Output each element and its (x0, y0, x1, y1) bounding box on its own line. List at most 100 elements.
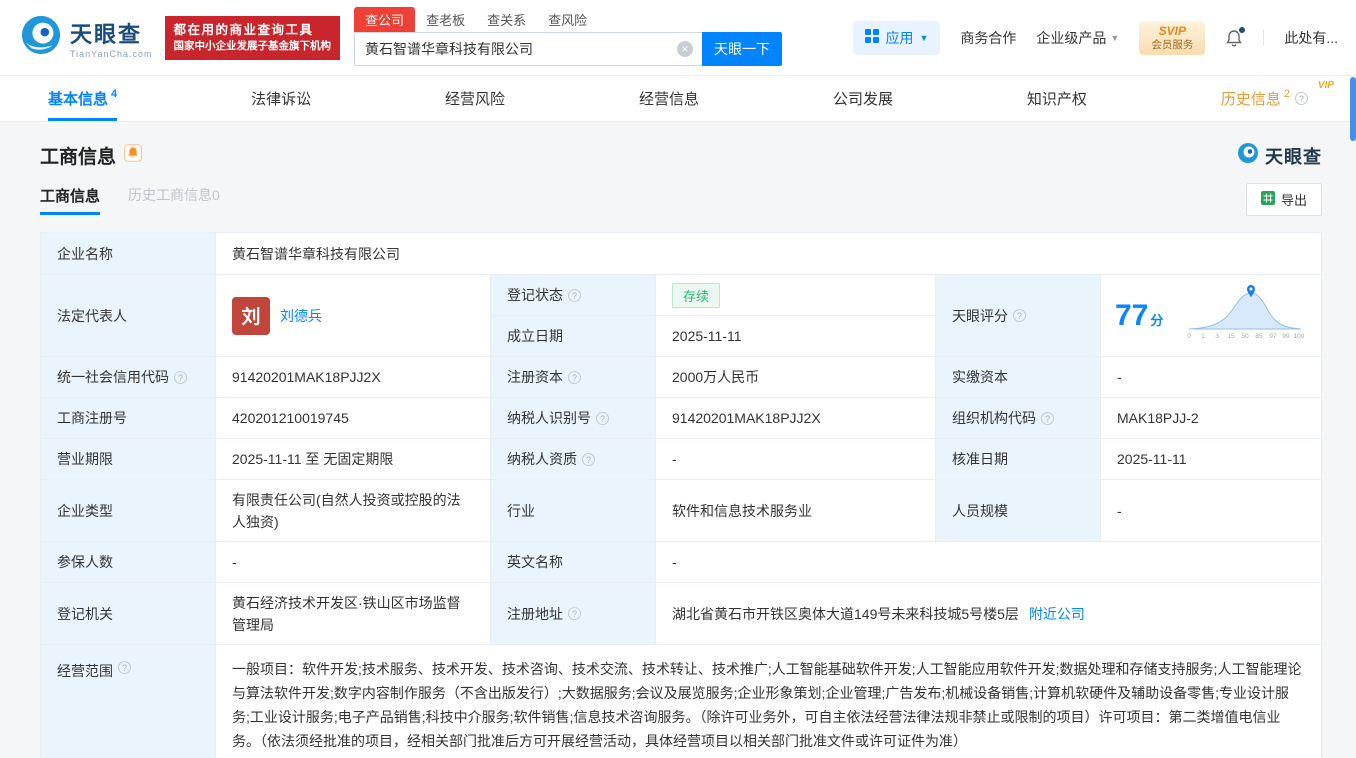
value-registration-status: 存续 (655, 274, 935, 315)
search-button[interactable]: 天眼一下 (702, 31, 783, 66)
notification-dot (1239, 26, 1246, 33)
help-icon[interactable]: ? (174, 370, 187, 384)
tianyancha-watermark: 天眼查 (1237, 142, 1322, 169)
svip-label: SVIP (1158, 23, 1186, 38)
legal-rep-link[interactable]: 刘德兵 (280, 306, 322, 326)
label-taxpayer-id: 纳税人识别号? (490, 397, 655, 438)
tab-legal-litigation-label: 法律诉讼 (251, 91, 312, 108)
label-legal-representative: 法定代表人 (40, 274, 215, 356)
svip-member-label: 会员服务 (1151, 38, 1194, 51)
chevron-down-icon: ▼ (919, 32, 929, 43)
value-credit-code: 91420201MAK18PJJ2X (215, 356, 490, 397)
value-paid-capital: - (1100, 356, 1321, 397)
tab-legal-litigation[interactable]: 法律诉讼 (251, 76, 311, 121)
tab-intellectual-property-label: 知识产权 (1026, 91, 1087, 108)
help-icon[interactable]: ? (568, 370, 581, 384)
score-distribution-chart: 0 1 3 15 50 85 97 99 100 (1185, 285, 1307, 346)
svip-member-badge[interactable]: SVIP 会员服务 (1139, 20, 1206, 55)
search-tab-boss[interactable]: 查老板 (415, 7, 476, 32)
search-tab-relation[interactable]: 查关系 (476, 7, 537, 32)
help-icon[interactable]: ? (596, 411, 609, 425)
watermark-label: 天眼查 (1265, 146, 1322, 167)
tab-history-info-label: 历史信息 (1220, 91, 1281, 108)
help-icon[interactable]: ? (568, 288, 581, 302)
subtab-history-registration[interactable]: 历史工商信息0 (128, 185, 220, 214)
svg-text:50: 50 (1241, 333, 1249, 340)
label-approval-date: 核准日期 (935, 438, 1100, 479)
svg-text:1: 1 (1201, 333, 1205, 340)
label-registration-number: 工商注册号 (40, 397, 215, 438)
label-credit-code: 统一社会信用代码? (40, 356, 215, 397)
value-legal-representative: 刘 刘德兵 (215, 274, 490, 356)
scrollbar-thumb[interactable] (1350, 77, 1356, 141)
label-org-code: 组织机构代码? (935, 397, 1100, 438)
value-tianyan-score[interactable]: 77 分 0 1 3 15 50 85 97 99 100 (1100, 274, 1321, 356)
subtab-business-registration[interactable]: 工商信息 (40, 185, 101, 215)
help-icon[interactable]: ? (1041, 411, 1054, 425)
tab-business-info[interactable]: 经营信息 (639, 76, 699, 121)
section-title: 工商信息 (40, 147, 117, 168)
main-content: 工商信息 天眼查 工商信息 历史工商信息0 导出 企业名称 黄石智谱华章科技有限… (0, 122, 1356, 758)
user-menu[interactable]: 此处有... (1284, 28, 1338, 48)
value-registered-capital: 2000万人民币 (655, 356, 935, 397)
help-icon[interactable]: ? (1294, 92, 1308, 105)
search-tab-risk[interactable]: 查风险 (537, 7, 598, 32)
value-establish-date: 2025-11-11 (655, 315, 935, 356)
alert-bell-icon[interactable] (124, 144, 142, 167)
logo-subtitle: TianYanCha.com (70, 48, 153, 59)
notification-bell-icon[interactable] (1225, 26, 1246, 47)
export-button[interactable]: 导出 (1245, 183, 1322, 216)
tab-basic-info[interactable]: 基本信息 4 (48, 76, 118, 121)
label-business-term: 营业期限 (40, 438, 215, 479)
label-establish-date: 成立日期 (490, 315, 655, 356)
value-org-code: MAK18PJJ-2 (1100, 397, 1321, 438)
label-registration-status: 登记状态? (490, 274, 655, 315)
svg-text:100: 100 (1294, 333, 1305, 340)
svg-text:99: 99 (1282, 333, 1290, 340)
tab-history-info-count: 2 (1283, 87, 1290, 100)
tianyancha-eye-icon (1237, 142, 1259, 169)
label-registered-address: 注册地址? (490, 582, 655, 644)
tab-history-info[interactable]: 历史信息 2 ? VIP (1220, 76, 1334, 121)
help-icon[interactable]: ? (568, 607, 581, 620)
excel-export-icon (1260, 191, 1275, 208)
divider (1263, 29, 1265, 46)
label-registry-authority: 登记机关 (40, 582, 215, 644)
value-business-scope: 一般项目：软件开发;技术服务、技术开发、技术咨询、技术交流、技术转让、技术推广;… (215, 644, 1321, 758)
help-icon[interactable]: ? (582, 452, 595, 466)
value-business-term: 2025-11-11 至 无固定期限 (215, 438, 490, 479)
vip-flag: VIP (1317, 80, 1334, 91)
nearby-companies-link[interactable]: 附近公司 (1029, 604, 1085, 624)
label-industry: 行业 (490, 479, 655, 541)
logo-title: 天眼查 (70, 21, 143, 47)
label-insured-count: 参保人数 (40, 541, 215, 582)
tab-operating-risk[interactable]: 经营风险 (445, 76, 505, 121)
tab-company-development[interactable]: 公司发展 (833, 76, 893, 121)
value-approval-date: 2025-11-11 (1100, 438, 1321, 479)
svg-text:85: 85 (1255, 333, 1263, 340)
value-registry-authority: 黄石经济技术开发区·铁山区市场监督管理局 (215, 582, 490, 644)
value-taxpayer-id: 91420201MAK18PJJ2X (655, 397, 935, 438)
value-english-name: - (655, 541, 1321, 582)
slogan-line2: 国家中小企业发展子基金旗下机构 (173, 39, 332, 52)
business-cooperation-link[interactable]: 商务合作 (960, 28, 1016, 48)
legal-rep-avatar[interactable]: 刘 (232, 296, 270, 335)
svg-text:3: 3 (1215, 333, 1219, 340)
top-header: 天眼查 TianYanCha.com 都在用的商业查询工具 国家中小企业发展子基… (0, 0, 1356, 76)
label-tianyan-score: 天眼评分? (935, 274, 1100, 356)
help-icon[interactable]: ? (1013, 309, 1026, 322)
help-icon[interactable]: ? (118, 661, 131, 674)
enterprise-products-menu[interactable]: 企业级产品 ▼ (1036, 28, 1119, 48)
label-company-type: 企业类型 (40, 479, 215, 541)
label-staff-size: 人员规模 (935, 479, 1100, 541)
search-input[interactable] (354, 31, 703, 66)
tab-intellectual-property[interactable]: 知识产权 (1027, 76, 1087, 121)
search-tab-company[interactable]: 查公司 (354, 6, 416, 32)
apps-menu[interactable]: 应用 ▼ (853, 20, 941, 55)
clear-search-icon[interactable]: × (677, 40, 694, 57)
label-registered-capital: 注册资本? (490, 356, 655, 397)
export-label: 导出 (1280, 193, 1307, 208)
value-industry: 软件和信息技术服务业 (655, 479, 935, 541)
status-badge: 存续 (672, 282, 721, 308)
tianyancha-logo[interactable]: 天眼查 TianYanCha.com (20, 14, 153, 61)
